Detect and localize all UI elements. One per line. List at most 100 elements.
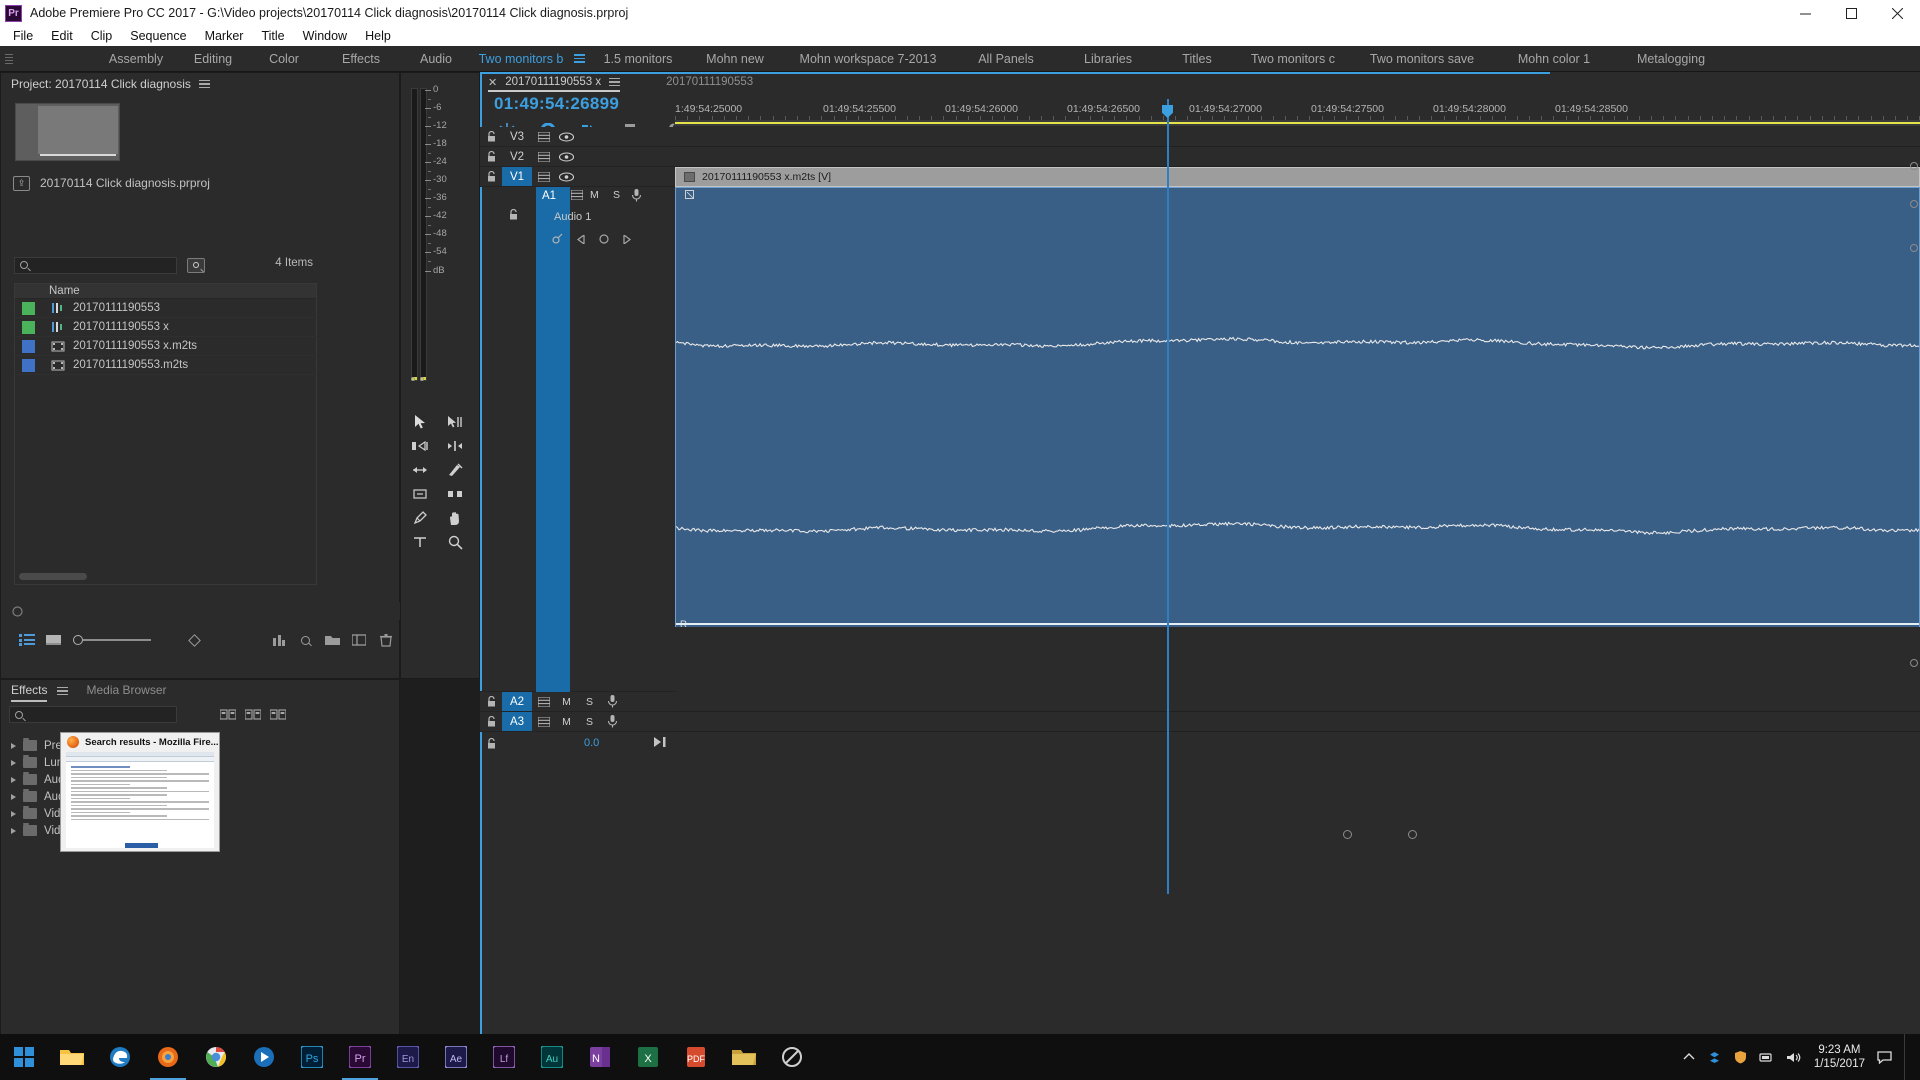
sort-icon[interactable] bbox=[181, 629, 208, 651]
premiere-pro-icon[interactable]: Pr bbox=[336, 1034, 384, 1080]
eye-icon-v2[interactable] bbox=[555, 151, 578, 162]
workspace-two-monitors-b[interactable]: Two monitors b bbox=[472, 46, 570, 72]
table-row[interactable]: 20170111190553 bbox=[14, 299, 317, 318]
menu-help[interactable]: Help bbox=[356, 26, 400, 46]
track-name-a2[interactable]: A2 bbox=[502, 692, 532, 711]
rolling-edit-tool-icon[interactable] bbox=[444, 437, 466, 455]
file-explorer-icon[interactable] bbox=[48, 1034, 96, 1080]
folder-icon[interactable] bbox=[720, 1034, 768, 1080]
workspace-mohn-color-1[interactable]: Mohn color 1 bbox=[1495, 46, 1613, 72]
chevron-right-icon[interactable] bbox=[11, 827, 16, 834]
lock-icon[interactable] bbox=[480, 737, 502, 749]
timeline-track-area[interactable]: 20170111190553 x.m2ts [V] L bbox=[675, 99, 1920, 894]
thumbnail-size-slider[interactable] bbox=[73, 635, 152, 645]
eye-icon-v3[interactable] bbox=[555, 131, 578, 142]
firefox-taskbar-preview[interactable]: Search results - Mozilla Fire... bbox=[60, 732, 220, 852]
workspace-metalogging[interactable]: Metalogging bbox=[1613, 46, 1729, 72]
chevron-right-icon[interactable] bbox=[11, 793, 16, 800]
toggle-track-output-a2[interactable] bbox=[532, 696, 555, 707]
timeline-horizontal-scroll-left[interactable] bbox=[1343, 830, 1352, 839]
lock-icon[interactable] bbox=[480, 696, 502, 707]
next-keyframe-icon[interactable] bbox=[623, 231, 631, 249]
timeline-vertical-scroll-bottom[interactable] bbox=[1910, 659, 1918, 667]
find-toolbar-icon[interactable] bbox=[293, 629, 320, 651]
tab-media-browser[interactable]: Media Browser bbox=[86, 683, 166, 700]
after-effects-icon[interactable]: Ae bbox=[432, 1034, 480, 1080]
mute-button-a3[interactable]: M bbox=[555, 716, 578, 728]
project-panel-menu-icon[interactable] bbox=[198, 79, 210, 89]
type-tool-icon[interactable] bbox=[409, 533, 431, 551]
workspace-titles[interactable]: Titles bbox=[1157, 46, 1237, 72]
workspace-audio[interactable]: Audio bbox=[400, 46, 472, 72]
blocked-icon[interactable] bbox=[768, 1034, 816, 1080]
workspace-mohn-7-2013[interactable]: Mohn workspace 7-2013 bbox=[783, 46, 953, 72]
table-row[interactable]: 20170111190553.m2ts bbox=[14, 356, 317, 375]
track-name-v1[interactable]: V1 bbox=[502, 167, 532, 186]
workspace-all-panels[interactable]: All Panels bbox=[953, 46, 1059, 72]
voice-over-record-icon[interactable] bbox=[601, 715, 624, 728]
project-file-row[interactable]: ⇪ 20170114 Click diagnosis.prproj bbox=[1, 173, 399, 193]
track-name-a1[interactable]: A1 bbox=[542, 190, 556, 202]
timeline-panel-menu-icon[interactable] bbox=[609, 77, 621, 87]
menu-marker[interactable]: Marker bbox=[196, 26, 253, 46]
timeline-vertical-scroll-mid[interactable] bbox=[1910, 200, 1918, 208]
workspace-mohn-new[interactable]: Mohn new bbox=[687, 46, 783, 72]
track-header-a1[interactable]: A1 M S Audio 1 bbox=[480, 187, 675, 692]
pdf-icon[interactable]: PDF bbox=[672, 1034, 720, 1080]
timeline-track-a3[interactable] bbox=[675, 712, 1920, 732]
go-to-end-icon[interactable] bbox=[654, 734, 667, 752]
previous-keyframe-icon[interactable] bbox=[577, 231, 585, 249]
timeline-ruler[interactable]: 1:49:54:25000 01:49:54:25500 01:49:54:26… bbox=[675, 100, 1920, 120]
hand-tool-icon[interactable] bbox=[444, 509, 466, 527]
workspace-1-5-monitors[interactable]: 1.5 monitors bbox=[589, 46, 687, 72]
media-player-icon[interactable] bbox=[240, 1034, 288, 1080]
encoder-icon[interactable]: En bbox=[384, 1034, 432, 1080]
icon-view-icon[interactable] bbox=[41, 629, 68, 651]
timeline-track-a1[interactable]: L R bbox=[675, 187, 1920, 692]
audition-icon[interactable]: Au bbox=[528, 1034, 576, 1080]
tab-sequence-x[interactable]: ✕ 20170111190553 x bbox=[480, 72, 628, 92]
tab-effects[interactable]: Effects bbox=[11, 683, 48, 702]
navigate-up-icon[interactable]: ⇪ bbox=[13, 175, 30, 191]
timeline-vertical-scroll-top[interactable] bbox=[1910, 162, 1918, 170]
project-search-input[interactable] bbox=[14, 256, 177, 274]
rate-stretch-tool-icon[interactable] bbox=[409, 461, 431, 479]
audio-clip-right[interactable]: R bbox=[675, 397, 1920, 630]
new-bin-icon[interactable] bbox=[319, 629, 346, 651]
effects-panel-menu-icon[interactable] bbox=[57, 686, 69, 696]
zoom-tool-icon[interactable] bbox=[444, 533, 466, 551]
ripple-edit-tool-icon[interactable] bbox=[409, 437, 431, 455]
table-row[interactable]: 20170111190553 x.m2ts bbox=[14, 337, 317, 356]
photoshop-icon[interactable]: Ps bbox=[288, 1034, 336, 1080]
eye-icon-v1[interactable] bbox=[555, 171, 578, 182]
toggle-track-output-v3[interactable] bbox=[532, 131, 555, 142]
solo-button-a1[interactable]: S bbox=[613, 189, 620, 201]
find-button[interactable] bbox=[187, 257, 205, 273]
menu-title[interactable]: Title bbox=[252, 26, 293, 46]
workspace-two-monitors-c[interactable]: Two monitors c bbox=[1237, 46, 1349, 72]
timeline-track-a2[interactable] bbox=[675, 692, 1920, 712]
track-header-v1[interactable]: V1 bbox=[480, 167, 675, 187]
workspace-menu-icon[interactable] bbox=[574, 54, 585, 63]
slider-knob[interactable] bbox=[73, 635, 84, 645]
ycbcr-effects-icon[interactable] bbox=[269, 707, 286, 722]
automate-to-sequence-icon[interactable] bbox=[266, 629, 293, 651]
toggle-track-output-v2[interactable] bbox=[532, 151, 555, 162]
razor-tool-icon[interactable] bbox=[444, 461, 466, 479]
start-button[interactable] bbox=[0, 1034, 48, 1080]
workspace-assembly[interactable]: Assembly bbox=[92, 46, 180, 72]
action-center-icon[interactable] bbox=[1877, 1050, 1892, 1064]
minimize-button[interactable] bbox=[1782, 0, 1828, 26]
track-header-a2[interactable]: A2 M S bbox=[480, 692, 675, 712]
voice-over-record-icon[interactable] bbox=[601, 695, 624, 708]
toggle-track-output-a3[interactable] bbox=[532, 716, 555, 727]
timeline-vertical-scroll-low[interactable] bbox=[1910, 244, 1918, 252]
excel-icon[interactable]: X bbox=[624, 1034, 672, 1080]
lock-icon[interactable] bbox=[480, 171, 502, 182]
track-name-v2[interactable]: V2 bbox=[502, 147, 532, 166]
toggle-track-output-a1[interactable] bbox=[565, 190, 588, 200]
timeline-horizontal-scroll-right[interactable] bbox=[1408, 830, 1417, 839]
accelerated-effects-icon[interactable] bbox=[219, 707, 236, 722]
selection-tool-icon[interactable] bbox=[409, 413, 431, 431]
track-header-v2[interactable]: V2 bbox=[480, 147, 675, 167]
